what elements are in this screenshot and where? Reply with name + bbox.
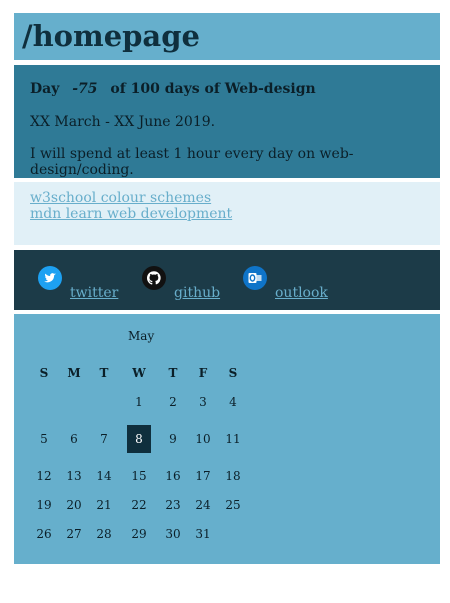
- calendar-weekday: S: [228, 366, 238, 380]
- page-header: /homepage: [14, 13, 440, 60]
- date-range: XX March - XX June 2019.: [30, 114, 216, 130]
- calendar-day[interactable]: 11: [221, 432, 245, 446]
- calendar-day[interactable]: 2: [161, 395, 185, 409]
- commitment-text: I will spend at least 1 hour every day o…: [30, 146, 354, 178]
- calendar-day[interactable]: 25: [221, 498, 245, 512]
- calendar-day[interactable]: 5: [32, 432, 56, 446]
- day-number: -75: [72, 81, 98, 97]
- calendar-day[interactable]: 31: [191, 527, 215, 541]
- calendar-day[interactable]: 16: [161, 469, 185, 483]
- social-links: twitter github outlook: [14, 250, 440, 310]
- calendar-weekday: M: [67, 366, 81, 380]
- calendar-day[interactable]: 15: [127, 469, 151, 483]
- resource-links: w3school colour schemes mdn learn web de…: [14, 182, 440, 245]
- intro-panel: Day -75 of 100 days of Web-design XX Mar…: [14, 65, 440, 178]
- calendar-weekday: W: [132, 366, 146, 380]
- calendar-day[interactable]: 9: [161, 432, 185, 446]
- calendar-day[interactable]: 10: [191, 432, 215, 446]
- calendar-weekday: F: [198, 366, 208, 380]
- calendar-day[interactable]: 3: [191, 395, 215, 409]
- calendar: May S M T W T F S 1 2 3 4 5 6 7 8 9 10 11 12 13 14 15 16 17 18 19…: [14, 314, 440, 564]
- page-title: /homepage: [22, 19, 200, 53]
- calendar-day[interactable]: 12: [32, 469, 56, 483]
- calendar-day[interactable]: 4: [221, 395, 245, 409]
- calendar-day[interactable]: 1: [127, 395, 151, 409]
- calendar-day[interactable]: 19: [32, 498, 56, 512]
- calendar-day[interactable]: 29: [127, 527, 151, 541]
- calendar-weekday: S: [39, 366, 49, 380]
- day-label: Day: [30, 81, 60, 97]
- calendar-day[interactable]: 20: [62, 498, 86, 512]
- calendar-day-today[interactable]: 8: [127, 425, 151, 453]
- calendar-day[interactable]: 17: [191, 469, 215, 483]
- calendar-day[interactable]: 13: [62, 469, 86, 483]
- calendar-day[interactable]: 22: [127, 498, 151, 512]
- calendar-month: May: [128, 329, 155, 343]
- w3school-link[interactable]: w3school colour schemes: [30, 190, 211, 206]
- github-link[interactable]: github: [174, 285, 220, 301]
- calendar-day[interactable]: 6: [62, 432, 86, 446]
- calendar-day[interactable]: 24: [191, 498, 215, 512]
- calendar-weekday: T: [168, 366, 178, 380]
- calendar-day[interactable]: 28: [92, 527, 116, 541]
- calendar-day[interactable]: 21: [92, 498, 116, 512]
- outlook-link[interactable]: outlook: [275, 285, 328, 301]
- calendar-day[interactable]: 18: [221, 469, 245, 483]
- calendar-day[interactable]: 27: [62, 527, 86, 541]
- mdn-link[interactable]: mdn learn web development: [30, 206, 232, 222]
- twitter-link[interactable]: twitter: [70, 285, 118, 301]
- day-counter: Day -75 of 100 days of Web-design: [30, 81, 316, 97]
- calendar-day[interactable]: 23: [161, 498, 185, 512]
- outlook-icon[interactable]: [243, 266, 267, 290]
- calendar-weekday: T: [99, 366, 109, 380]
- calendar-day[interactable]: 14: [92, 469, 116, 483]
- calendar-day[interactable]: 26: [32, 527, 56, 541]
- github-icon[interactable]: [142, 266, 166, 290]
- calendar-day[interactable]: 7: [92, 432, 116, 446]
- twitter-icon[interactable]: [38, 266, 62, 290]
- calendar-day[interactable]: 30: [161, 527, 185, 541]
- day-suffix: of 100 days of Web-design: [110, 81, 316, 97]
